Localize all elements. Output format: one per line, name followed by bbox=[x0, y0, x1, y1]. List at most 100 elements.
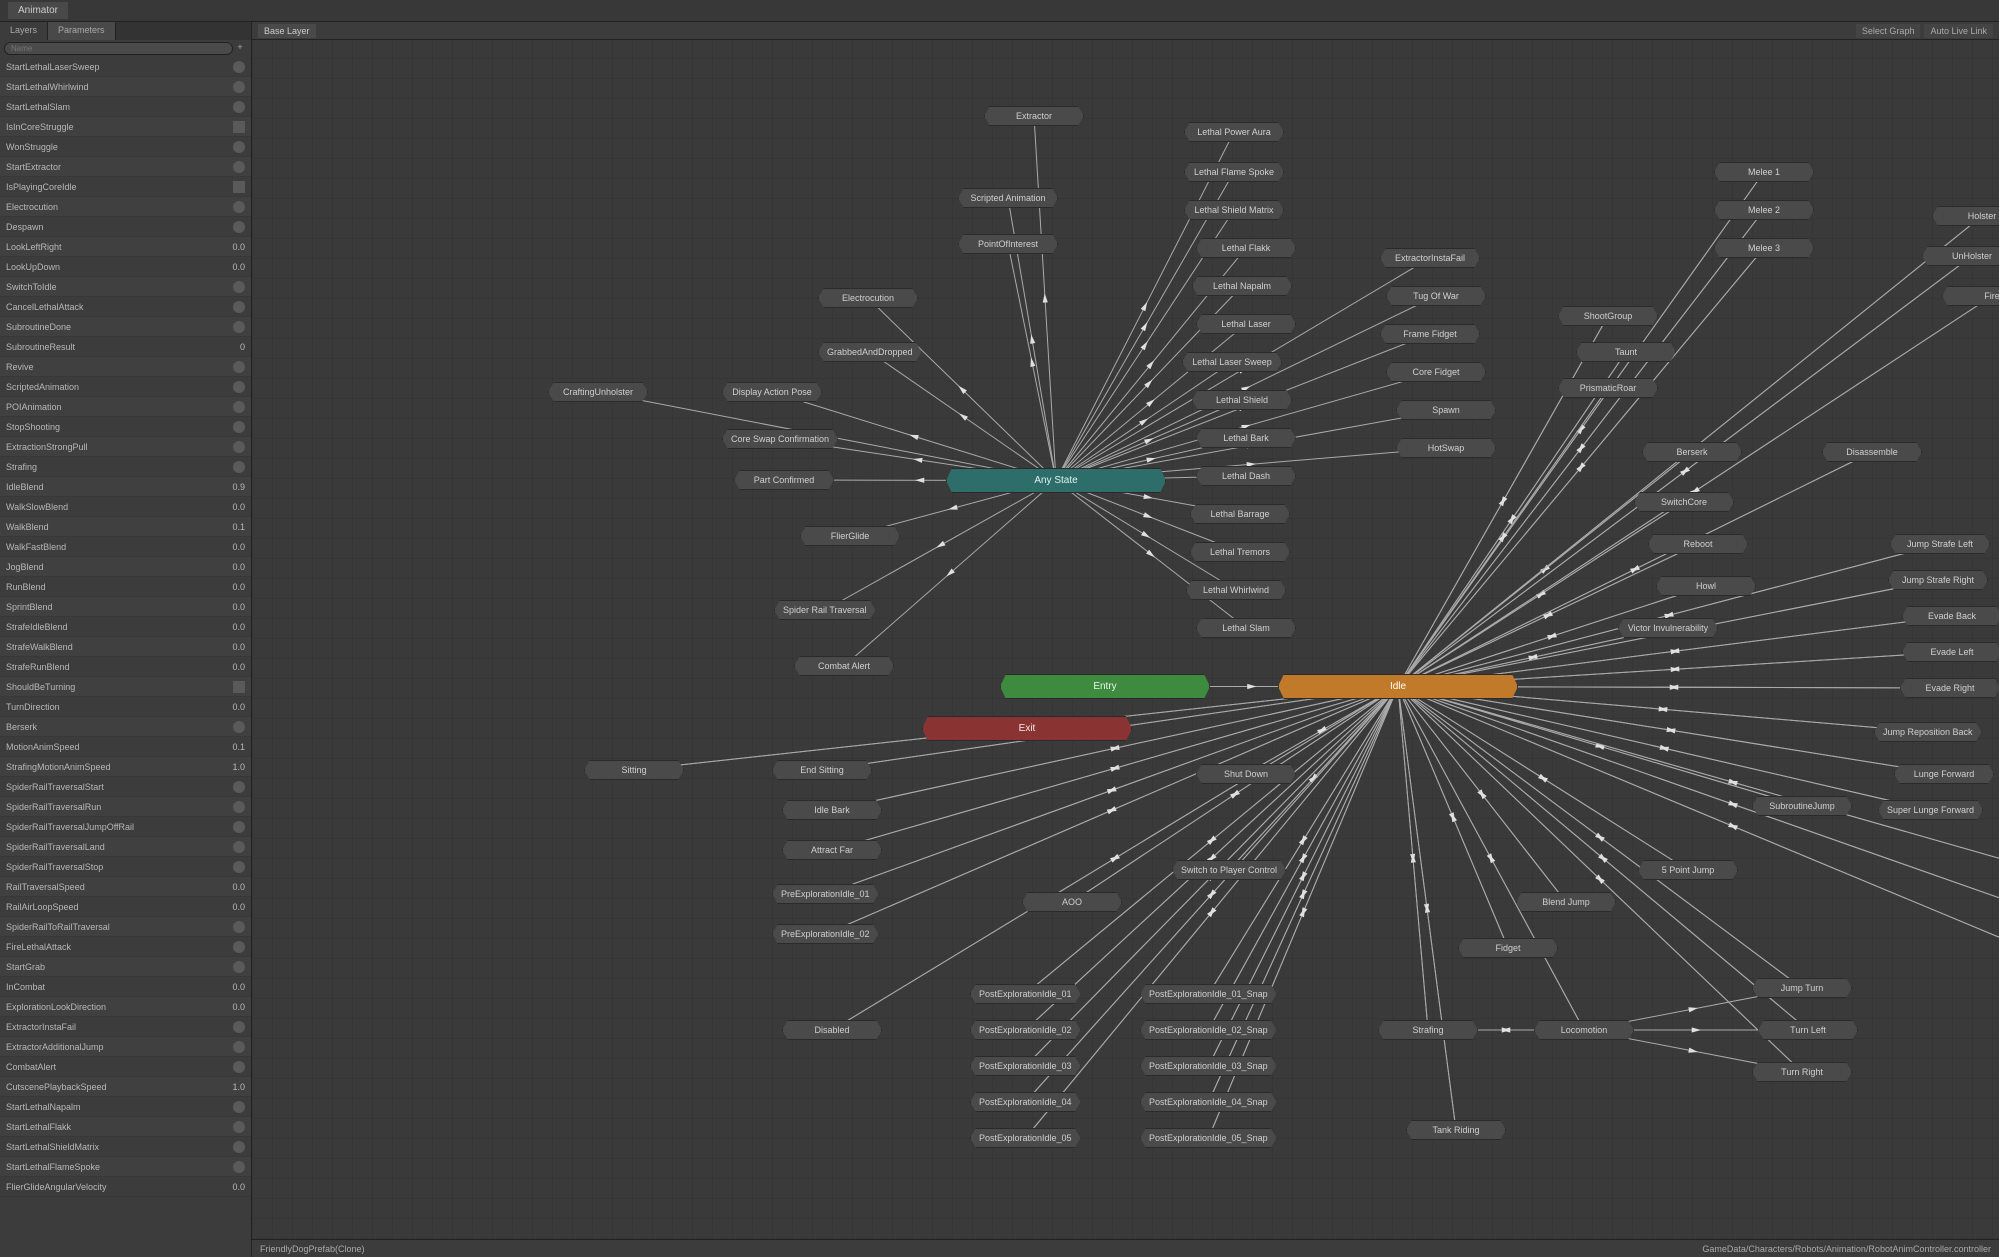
state-node[interactable]: Strafing bbox=[1378, 1020, 1478, 1040]
state-node[interactable]: Blend Jump bbox=[1516, 892, 1616, 912]
state-node[interactable]: Lethal Shield Matrix bbox=[1184, 200, 1284, 220]
state-node[interactable]: Lethal Flame Spoke bbox=[1184, 162, 1284, 182]
parameter-row[interactable]: StrafingMotionAnimSpeed1.0 bbox=[0, 757, 251, 777]
parameter-row[interactable]: StartLethalFlameSpoke bbox=[0, 1157, 251, 1177]
state-node[interactable]: Locomotion bbox=[1534, 1020, 1634, 1040]
state-node[interactable]: Melee 1 bbox=[1714, 162, 1814, 182]
state-node[interactable]: PostExplorationIdle_03 bbox=[970, 1056, 1081, 1076]
parameter-row[interactable]: StrafeIdleBlend0.0 bbox=[0, 617, 251, 637]
parameter-value[interactable]: 0.1 bbox=[201, 742, 245, 752]
parameter-value[interactable]: 0.0 bbox=[201, 982, 245, 992]
state-node[interactable]: PostExplorationIdle_03_Snap bbox=[1140, 1056, 1277, 1076]
state-node[interactable]: Lethal Power Aura bbox=[1184, 122, 1284, 142]
parameter-trigger-dot[interactable] bbox=[233, 1121, 245, 1133]
parameter-bool-checkbox[interactable] bbox=[233, 181, 245, 193]
state-node[interactable]: Super Lunge Forward bbox=[1878, 800, 1983, 820]
state-node[interactable]: SwitchCore bbox=[1634, 492, 1734, 512]
parameter-row[interactable]: WalkSlowBlend0.0 bbox=[0, 497, 251, 517]
parameter-value[interactable]: 0.0 bbox=[201, 502, 245, 512]
state-node[interactable]: Lethal Bark bbox=[1196, 428, 1296, 448]
parameter-row[interactable]: StartExtractor bbox=[0, 157, 251, 177]
parameter-trigger-dot[interactable] bbox=[233, 721, 245, 733]
parameter-row[interactable]: FireLethalAttack bbox=[0, 937, 251, 957]
state-node[interactable]: PostExplorationIdle_05_Snap bbox=[1140, 1128, 1277, 1148]
parameter-trigger-dot[interactable] bbox=[233, 161, 245, 173]
parameter-row[interactable]: InCombat0.0 bbox=[0, 977, 251, 997]
parameter-row[interactable]: Despawn bbox=[0, 217, 251, 237]
state-node[interactable]: 5 Point Jump bbox=[1638, 860, 1738, 880]
state-node[interactable]: Lethal Slam bbox=[1196, 618, 1296, 638]
parameter-value[interactable]: 1.0 bbox=[201, 1082, 245, 1092]
state-node[interactable]: Switch to Player Control bbox=[1172, 860, 1286, 880]
parameter-row[interactable]: WonStruggle bbox=[0, 137, 251, 157]
parameter-trigger-dot[interactable] bbox=[233, 441, 245, 453]
parameter-trigger-dot[interactable] bbox=[233, 361, 245, 373]
parameter-trigger-dot[interactable] bbox=[233, 381, 245, 393]
parameter-row[interactable]: ScriptedAnimation bbox=[0, 377, 251, 397]
parameter-row[interactable]: SpiderRailTraversalStop bbox=[0, 857, 251, 877]
parameter-trigger-dot[interactable] bbox=[233, 281, 245, 293]
state-node[interactable]: Lethal Whirlwind bbox=[1186, 580, 1286, 600]
state-node[interactable]: Jump Strafe Left bbox=[1890, 534, 1990, 554]
parameter-row[interactable]: SubroutineDone bbox=[0, 317, 251, 337]
state-node[interactable]: PreExplorationIdle_01 bbox=[772, 884, 879, 904]
state-node[interactable]: Spawn bbox=[1396, 400, 1496, 420]
parameter-row[interactable]: IsInCoreStruggle bbox=[0, 117, 251, 137]
state-node[interactable]: ShootGroup bbox=[1558, 306, 1658, 326]
parameter-row[interactable]: RailAirLoopSpeed0.0 bbox=[0, 897, 251, 917]
parameter-row[interactable]: CancelLethalAttack bbox=[0, 297, 251, 317]
parameter-row[interactable]: StartLethalLaserSweep bbox=[0, 57, 251, 77]
parameter-trigger-dot[interactable] bbox=[233, 1061, 245, 1073]
state-node[interactable]: Turn Left bbox=[1758, 1020, 1858, 1040]
state-node[interactable]: SubroutineJump bbox=[1752, 796, 1852, 816]
state-node[interactable]: PostExplorationIdle_01 bbox=[970, 984, 1081, 1004]
state-node[interactable]: Frame Fidget bbox=[1380, 324, 1480, 344]
state-node[interactable]: Lunge Forward bbox=[1894, 764, 1994, 784]
parameter-trigger-dot[interactable] bbox=[233, 841, 245, 853]
parameter-row[interactable]: Strafing bbox=[0, 457, 251, 477]
state-node[interactable]: Idle Bark bbox=[782, 800, 882, 820]
parameter-row[interactable]: SpiderRailTraversalJumpOffRail bbox=[0, 817, 251, 837]
parameter-trigger-dot[interactable] bbox=[233, 321, 245, 333]
state-node[interactable]: HotSwap bbox=[1396, 438, 1496, 458]
state-node[interactable]: PostExplorationIdle_01_Snap bbox=[1140, 984, 1277, 1004]
parameter-bool-checkbox[interactable] bbox=[233, 681, 245, 693]
parameter-trigger-dot[interactable] bbox=[233, 421, 245, 433]
parameter-row[interactable]: StartLethalShieldMatrix bbox=[0, 1137, 251, 1157]
parameter-row[interactable]: SpiderRailToRailTraversal bbox=[0, 917, 251, 937]
parameter-row[interactable]: StartLethalSlam bbox=[0, 97, 251, 117]
parameter-row[interactable]: StartLethalWhirlwind bbox=[0, 77, 251, 97]
parameter-value[interactable]: 0.0 bbox=[201, 262, 245, 272]
state-node[interactable]: Melee 2 bbox=[1714, 200, 1814, 220]
state-node[interactable]: FlierGlide bbox=[800, 526, 900, 546]
state-node[interactable]: Berserk bbox=[1642, 442, 1742, 462]
parameter-trigger-dot[interactable] bbox=[233, 1041, 245, 1053]
state-node[interactable]: Extractor bbox=[984, 106, 1084, 126]
tab-parameters[interactable]: Parameters bbox=[48, 22, 116, 40]
parameter-row[interactable]: CombatAlert bbox=[0, 1057, 251, 1077]
parameter-row[interactable]: IsPlayingCoreIdle bbox=[0, 177, 251, 197]
state-node[interactable]: Evade Left bbox=[1902, 642, 1999, 662]
state-node[interactable]: ExtractorInstaFail bbox=[1380, 248, 1480, 268]
state-node[interactable]: PostExplorationIdle_04_Snap bbox=[1140, 1092, 1277, 1112]
state-node[interactable]: Sitting bbox=[584, 760, 684, 780]
parameter-trigger-dot[interactable] bbox=[233, 141, 245, 153]
parameter-value[interactable]: 0.0 bbox=[201, 542, 245, 552]
parameter-row[interactable]: JogBlend0.0 bbox=[0, 557, 251, 577]
breadcrumb[interactable]: Base Layer bbox=[258, 24, 316, 38]
parameter-value[interactable]: 0 bbox=[201, 342, 245, 352]
parameter-value[interactable]: 0.0 bbox=[201, 622, 245, 632]
parameter-value[interactable]: 0.0 bbox=[201, 702, 245, 712]
node-any-state[interactable]: Any State bbox=[946, 468, 1166, 493]
state-node[interactable]: Part Confirmed bbox=[734, 470, 834, 490]
state-node[interactable]: Lethal Shield bbox=[1192, 390, 1292, 410]
parameter-row[interactable]: Berserk bbox=[0, 717, 251, 737]
parameter-trigger-dot[interactable] bbox=[233, 201, 245, 213]
state-node[interactable]: UnHolster bbox=[1922, 246, 1999, 266]
state-node[interactable]: Electrocution bbox=[818, 288, 918, 308]
node-entry[interactable]: Entry bbox=[1000, 674, 1210, 699]
state-node[interactable]: CraftingUnholster bbox=[548, 382, 648, 402]
parameter-trigger-dot[interactable] bbox=[233, 781, 245, 793]
parameter-trigger-dot[interactable] bbox=[233, 821, 245, 833]
window-tab[interactable]: Animator bbox=[8, 2, 68, 19]
